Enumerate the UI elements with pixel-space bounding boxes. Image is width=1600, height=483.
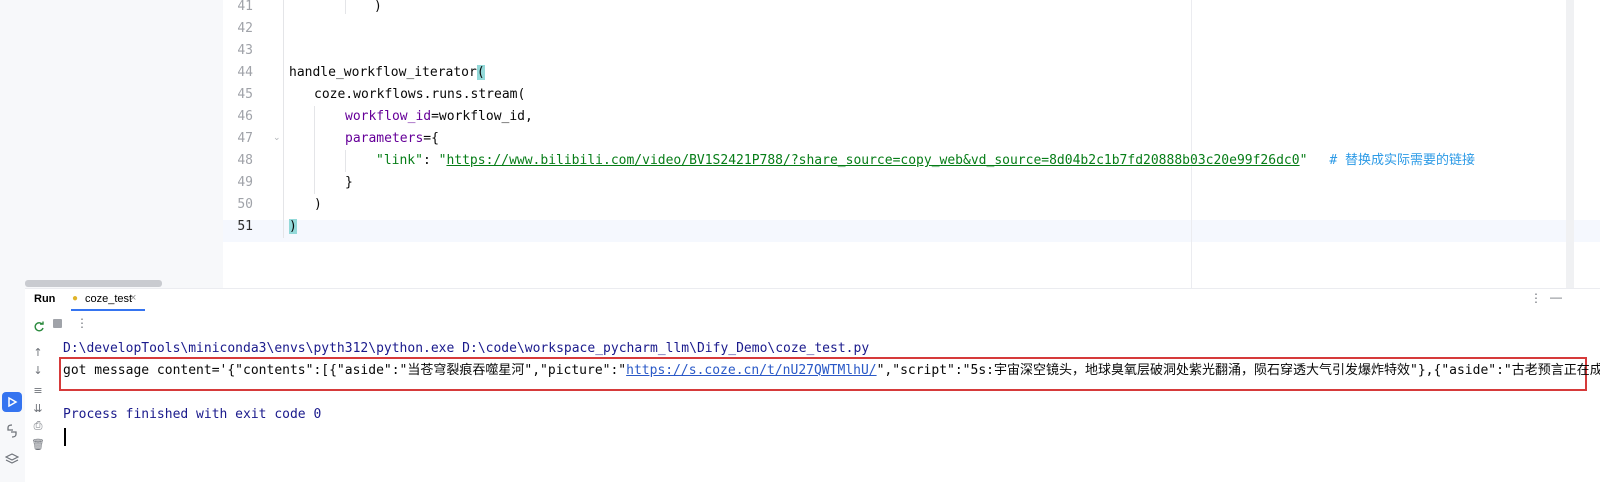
python-file-icon: ● — [72, 293, 79, 304]
message-text-cn: 当苍穹裂痕吞噬星河 — [407, 363, 525, 378]
line-number: 49 — [237, 175, 253, 190]
left-tool-strip — [0, 0, 26, 482]
close-tab-icon[interactable]: × — [130, 292, 136, 304]
matched-brace: ) — [289, 219, 297, 234]
console-caret — [64, 428, 66, 446]
line-number-current: 51 — [237, 219, 253, 234]
code-line-51: ) — [289, 216, 297, 238]
line-number: 44 — [237, 65, 253, 80]
keyword-argument: parameters — [345, 131, 424, 146]
layers-icon[interactable] — [2, 449, 22, 469]
url-string[interactable]: https://www.bilibili.com/video/BV1S2421P… — [446, 153, 1299, 168]
print-icon[interactable]: ⎙ — [31, 419, 45, 433]
message-text-cn: 宇宙深空镜头，地球臭氧层破洞处紫光翻涌，陨石穿透大气引发爆炸特效 — [994, 363, 1411, 378]
code-text: =workflow_id, — [431, 109, 533, 124]
code-line-48: "link": "https://www.bilibili.com/video/… — [376, 150, 1475, 172]
string-key: "link" — [376, 153, 423, 168]
project-panel — [25, 0, 224, 288]
editor-vertical-scrollbar[interactable] — [1566, 0, 1574, 288]
fold-chevron-icon[interactable]: ⌄ — [273, 133, 281, 143]
message-text: "},{"aside":" — [1410, 363, 1512, 378]
comment-text: 替换成实际需要的链接 — [1345, 153, 1476, 168]
line-number: 41 — [237, 0, 253, 14]
trash-icon[interactable]: 🗑 — [31, 437, 45, 451]
run-title: Run — [34, 293, 56, 305]
horizontal-scrollbar[interactable] — [25, 280, 162, 287]
code-line-44: handle_workflow_iterator( — [289, 62, 485, 84]
line-number: 50 — [237, 197, 253, 212]
function-call: handle_workflow_iterator — [289, 65, 477, 80]
code-text: ={ — [423, 131, 439, 146]
line-number: 45 — [237, 87, 253, 102]
console-message-line: got message content='{"contents":[{"asid… — [63, 361, 1600, 381]
console-output[interactable]: D:\developTools\miniconda3\envs\pyth312\… — [53, 339, 1600, 483]
indent-guide — [345, 150, 346, 172]
line-number: 48 — [237, 153, 253, 168]
line-number: 43 — [237, 43, 253, 58]
indent-guide — [283, 0, 284, 238]
line-number: 42 — [237, 21, 253, 36]
message-text: ","picture":" — [524, 363, 627, 378]
rerun-icon[interactable] — [33, 318, 45, 337]
stop-icon[interactable] — [53, 319, 62, 328]
console-link[interactable]: https://s.coze.cn/t/nU27QWTMlhU/ — [626, 363, 876, 378]
indent-guide — [345, 0, 346, 14]
matched-brace: ( — [476, 65, 485, 80]
line-number-gutter: 41 42 43 44 45 46 47 48 49 50 51 ⌄ — [223, 0, 287, 288]
code-line-49: } — [345, 175, 353, 190]
more-options-icon[interactable]: ⋮ — [1530, 291, 1542, 305]
scroll-to-end-icon[interactable]: ⇊ — [31, 401, 45, 415]
run-header: Run ● coze_test × ⋮ — — [25, 289, 1600, 311]
code-editor[interactable]: 41 42 43 44 45 46 47 48 49 50 51 ⌄ ) han… — [223, 0, 1600, 288]
code-line-50: ) — [314, 197, 322, 212]
indent-guide — [314, 106, 315, 194]
string-quote: " — [1299, 153, 1308, 168]
message-text: got message content='{"contents":[{"asid… — [63, 363, 408, 378]
code-line-41: ) — [374, 0, 382, 14]
soft-wrap-icon[interactable]: ≡ — [31, 383, 45, 397]
code-line-47: parameters={ — [345, 128, 439, 150]
console-exit-line: Process finished with exit code 0 — [63, 407, 322, 422]
code-line-45: coze.workflows.runs.stream( — [314, 87, 526, 102]
run-tool-icon[interactable] — [2, 392, 22, 412]
tab-coze-test[interactable]: coze_test — [85, 293, 132, 305]
message-text-cn: 古老预言正在成为 — [1511, 363, 1600, 378]
console-side-toolbar: ↑ ↓ ≡ ⇊ ⎙ 🗑 — [25, 339, 53, 483]
right-margin-guide — [1191, 0, 1192, 288]
code-text: : — [422, 153, 439, 168]
python-console-icon[interactable] — [2, 421, 22, 441]
code-line-46: workflow_id=workflow_id, — [345, 106, 533, 128]
line-number: 46 — [237, 109, 253, 124]
run-toolbar: ⋮ — [25, 311, 1600, 339]
scroll-down-icon[interactable]: ↓ — [31, 363, 45, 377]
console-command-line: D:\developTools\miniconda3\envs\pyth312\… — [63, 341, 870, 356]
keyword-argument: workflow_id — [345, 109, 432, 124]
minimize-icon[interactable]: — — [1550, 290, 1562, 304]
toolbar-more-icon[interactable]: ⋮ — [76, 316, 88, 330]
run-tool-window: Run ● coze_test × ⋮ — ⋮ ↑ ↓ ≡ ⇊ ⎙ 🗑 D:\d… — [25, 288, 1600, 483]
current-line-highlight — [223, 220, 1600, 242]
message-text: ","script":"5s: — [876, 363, 994, 378]
line-number: 47 — [237, 131, 253, 146]
comment-hash: # — [1329, 153, 1346, 168]
scroll-up-icon[interactable]: ↑ — [31, 345, 45, 359]
